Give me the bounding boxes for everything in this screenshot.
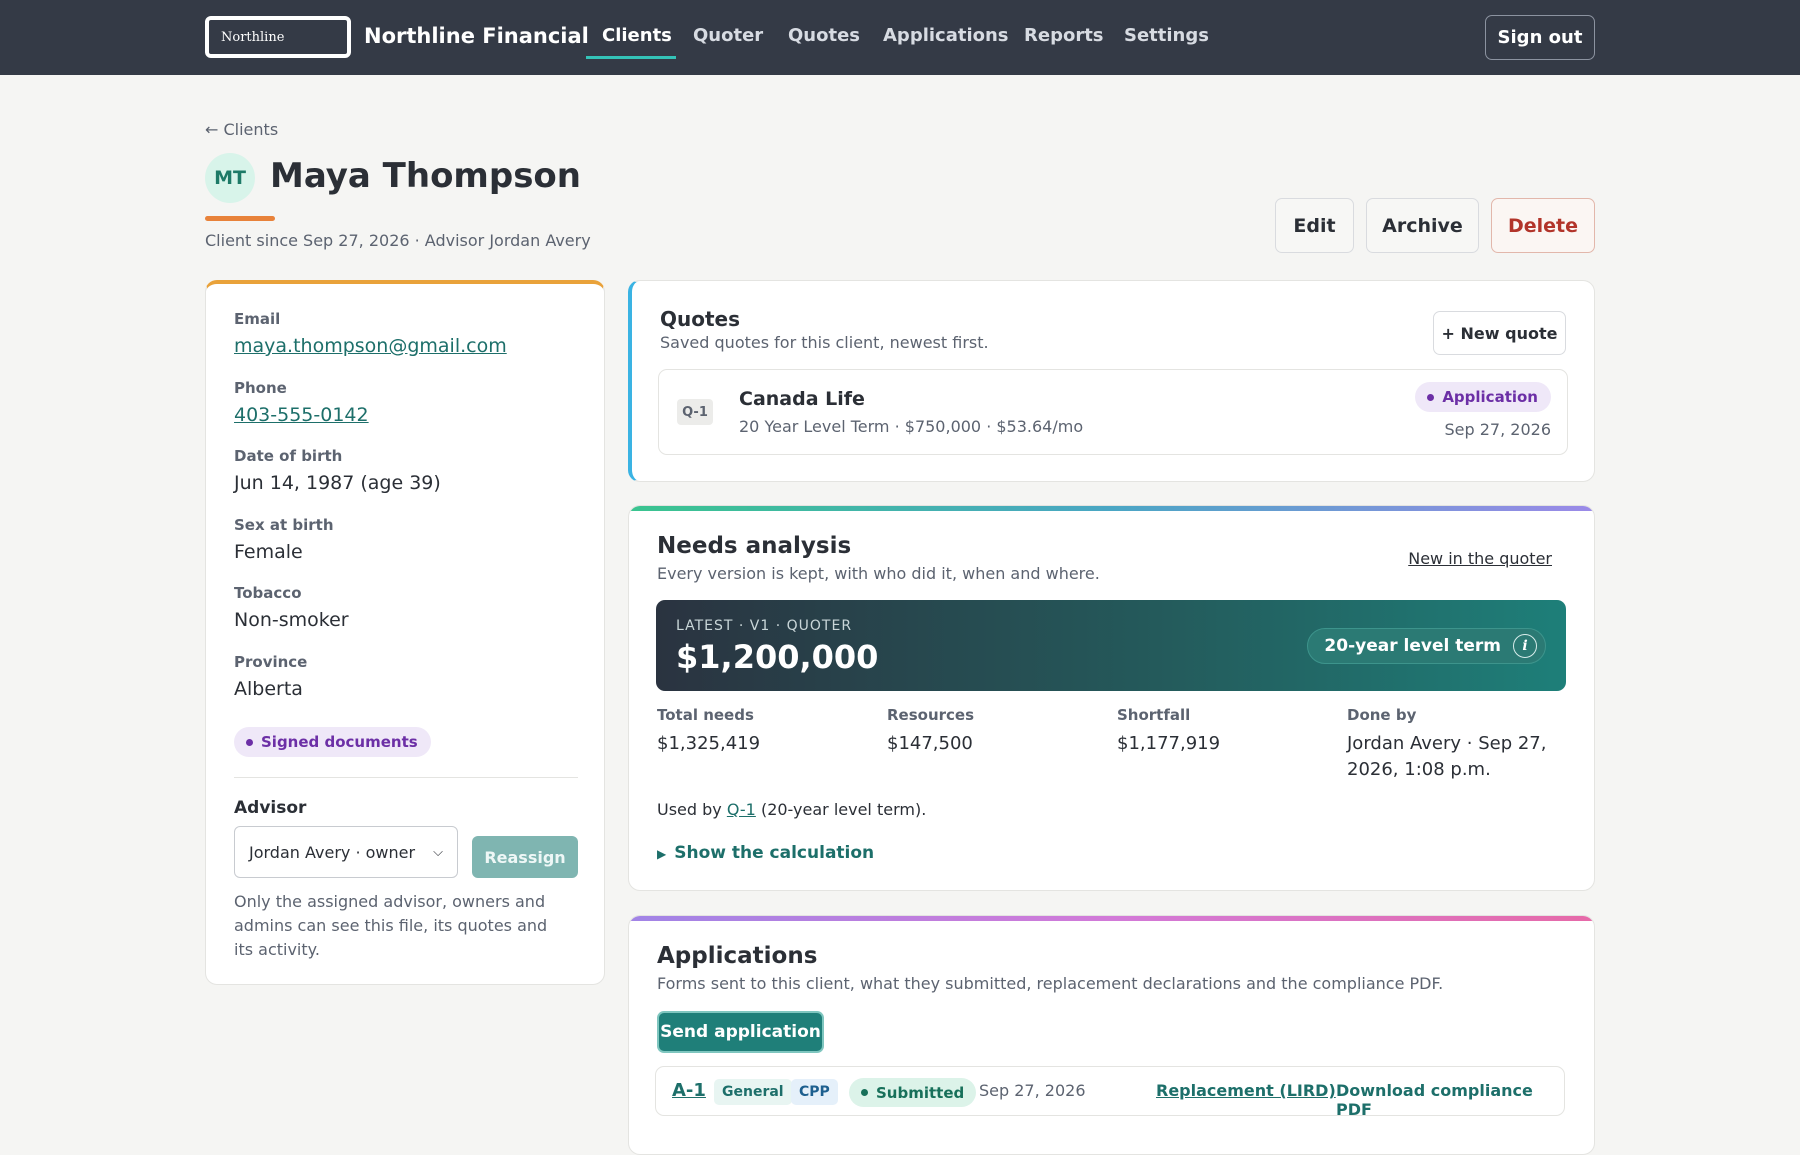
- shortfall-value: $1,177,919: [1117, 733, 1221, 754]
- top-nav: Northline Northline Financial Clients Qu…: [0, 0, 1800, 75]
- form-tag-chip: CPP: [791, 1079, 838, 1105]
- archive-button[interactable]: Archive: [1366, 198, 1479, 253]
- dob-label: Date of birth: [234, 447, 343, 465]
- avatar: MT: [205, 153, 255, 203]
- sex-label: Sex at birth: [234, 516, 334, 534]
- total-needs-value: $1,325,419: [657, 733, 761, 754]
- logo-text: Northline: [221, 30, 285, 45]
- quotes-subtitle: Saved quotes for this client, newest fir…: [660, 333, 989, 352]
- tobacco-label: Tobacco: [234, 584, 302, 602]
- brand-logo[interactable]: Northline: [205, 16, 351, 58]
- used-by-quote-link[interactable]: Q-1: [727, 800, 756, 819]
- quotes-title: Quotes: [660, 307, 741, 331]
- new-in-quoter-link[interactable]: New in the quoter: [1408, 549, 1552, 568]
- client-profile-card: Email maya.thompson@gmail.com Phone 403-…: [205, 280, 605, 985]
- quote-status-label: Application: [1442, 388, 1538, 406]
- show-calculation-toggle[interactable]: ▶ Show the calculation: [657, 843, 874, 863]
- status-dot-icon: [246, 738, 253, 746]
- edit-button[interactable]: Edit: [1275, 198, 1354, 253]
- nav-reports[interactable]: Reports: [1024, 25, 1104, 46]
- new-quote-button[interactable]: + New quote: [1433, 311, 1566, 355]
- quote-status-badge: Application: [1415, 382, 1551, 412]
- used-by-line: Used by Q-1 (20-year level term).: [657, 800, 926, 819]
- quote-date: Sep 27, 2026: [1444, 420, 1552, 439]
- send-application-button[interactable]: Send application: [657, 1011, 824, 1053]
- phone-label: Phone: [234, 379, 287, 397]
- status-dot-icon: [861, 1089, 868, 1096]
- page-title: Maya Thompson: [270, 156, 581, 196]
- delete-button[interactable]: Delete: [1491, 198, 1595, 253]
- quote-id-tag: Q-1: [677, 399, 713, 425]
- card-accent-bar: [629, 916, 1594, 921]
- quotes-card: Quotes Saved quotes for this client, new…: [628, 280, 1595, 482]
- latest-version-label: LATEST · V1 · QUOTER: [676, 618, 853, 634]
- back-to-clients-link[interactable]: ← Clients: [205, 120, 278, 139]
- needs-title: Needs analysis: [657, 533, 852, 559]
- advisor-label: Advisor: [234, 798, 307, 818]
- signed-badge-label: Signed documents: [261, 733, 418, 751]
- applications-title: Applications: [657, 943, 818, 969]
- nav-quoter[interactable]: Quoter: [693, 25, 763, 46]
- total-needs-label: Total needs: [657, 706, 754, 724]
- nav-settings[interactable]: Settings: [1124, 25, 1209, 46]
- client-meta: Client since Sep 27, 2026 · Advisor Jord…: [205, 231, 591, 250]
- info-icon[interactable]: i: [1513, 634, 1537, 658]
- coverage-amount: $1,200,000: [676, 638, 879, 676]
- shortfall-label: Shortfall: [1117, 706, 1191, 724]
- phone-link[interactable]: 403-555-0142: [234, 404, 369, 426]
- resources-value: $147,500: [887, 733, 973, 754]
- show-calculation-label: Show the calculation: [674, 843, 875, 863]
- quote-carrier: Canada Life: [739, 388, 865, 410]
- nav-applications[interactable]: Applications: [883, 25, 1009, 46]
- term-pill-label: 20-year level term: [1324, 636, 1501, 656]
- quote-row[interactable]: Q-1 Canada Life 20 Year Level Term · $75…: [658, 369, 1568, 455]
- term-pill[interactable]: 20-year level term i: [1307, 628, 1546, 664]
- dob-value: Jun 14, 1987 (age 39): [234, 472, 441, 494]
- advisor-selected-value: Jordan Avery · owner: [249, 842, 416, 862]
- advisor-select[interactable]: Jordan Avery · owner ⌵: [234, 826, 458, 878]
- status-dot-icon: [1427, 393, 1435, 401]
- applications-subtitle: Forms sent to this client, what they sub…: [657, 974, 1444, 993]
- province-value: Alberta: [234, 678, 303, 700]
- disclosure-triangle-icon: ▶: [657, 847, 667, 861]
- needs-subtitle: Every version is kept, with who did it, …: [657, 564, 1100, 583]
- sign-out-button[interactable]: Sign out: [1485, 15, 1595, 60]
- nav-clients[interactable]: Clients: [602, 25, 672, 46]
- done-by-value: Jordan Avery · Sep 27, 2026, 1:08 p.m.: [1347, 733, 1547, 780]
- title-accent-bar: [205, 216, 275, 221]
- application-id-link[interactable]: A-1: [672, 1080, 706, 1101]
- application-date: Sep 27, 2026: [979, 1081, 1086, 1100]
- card-accent-bar: [629, 506, 1594, 511]
- sex-value: Female: [234, 541, 303, 563]
- signed-documents-badge: Signed documents: [234, 727, 431, 757]
- replacement-lird-link[interactable]: Replacement (LIRD): [1156, 1081, 1336, 1100]
- used-by-prefix: Used by: [657, 800, 722, 819]
- province-label: Province: [234, 653, 308, 671]
- chevron-down-icon: ⌵: [433, 844, 443, 860]
- resources-label: Resources: [887, 706, 975, 724]
- application-row: A-1 General CPP Submitted Sep 27, 2026 R…: [655, 1066, 1565, 1119]
- tobacco-value: Non-smoker: [234, 609, 349, 631]
- needs-analysis-card: Needs analysis Every version is kept, wi…: [628, 505, 1595, 891]
- application-status-label: Submitted: [876, 1083, 965, 1102]
- nav-active-indicator: [586, 56, 676, 59]
- advisor-visibility-note: Only the assigned advisor, owners and ad…: [234, 892, 548, 959]
- nav-quotes[interactable]: Quotes: [788, 25, 860, 46]
- brand-name: Northline Financial: [364, 24, 589, 48]
- applications-card: Applications Forms sent to this client, …: [628, 915, 1595, 1155]
- form-type-chip: General: [714, 1079, 792, 1105]
- latest-needs-banner: LATEST · V1 · QUOTER $1,200,000 20-year …: [656, 600, 1566, 691]
- download-compliance-pdf-link[interactable]: Download compliance PDF: [1336, 1081, 1564, 1119]
- email-label: Email: [234, 310, 281, 328]
- reassign-button[interactable]: Reassign: [472, 836, 578, 878]
- email-link[interactable]: maya.thompson@gmail.com: [234, 335, 507, 357]
- application-status-badge: Submitted: [849, 1078, 977, 1107]
- divider: [234, 777, 578, 778]
- done-by-label: Done by: [1347, 706, 1417, 724]
- used-by-suffix: (20-year level term).: [760, 800, 927, 819]
- quote-detail: 20 Year Level Term · $750,000 · $53.64/m…: [739, 417, 1084, 436]
